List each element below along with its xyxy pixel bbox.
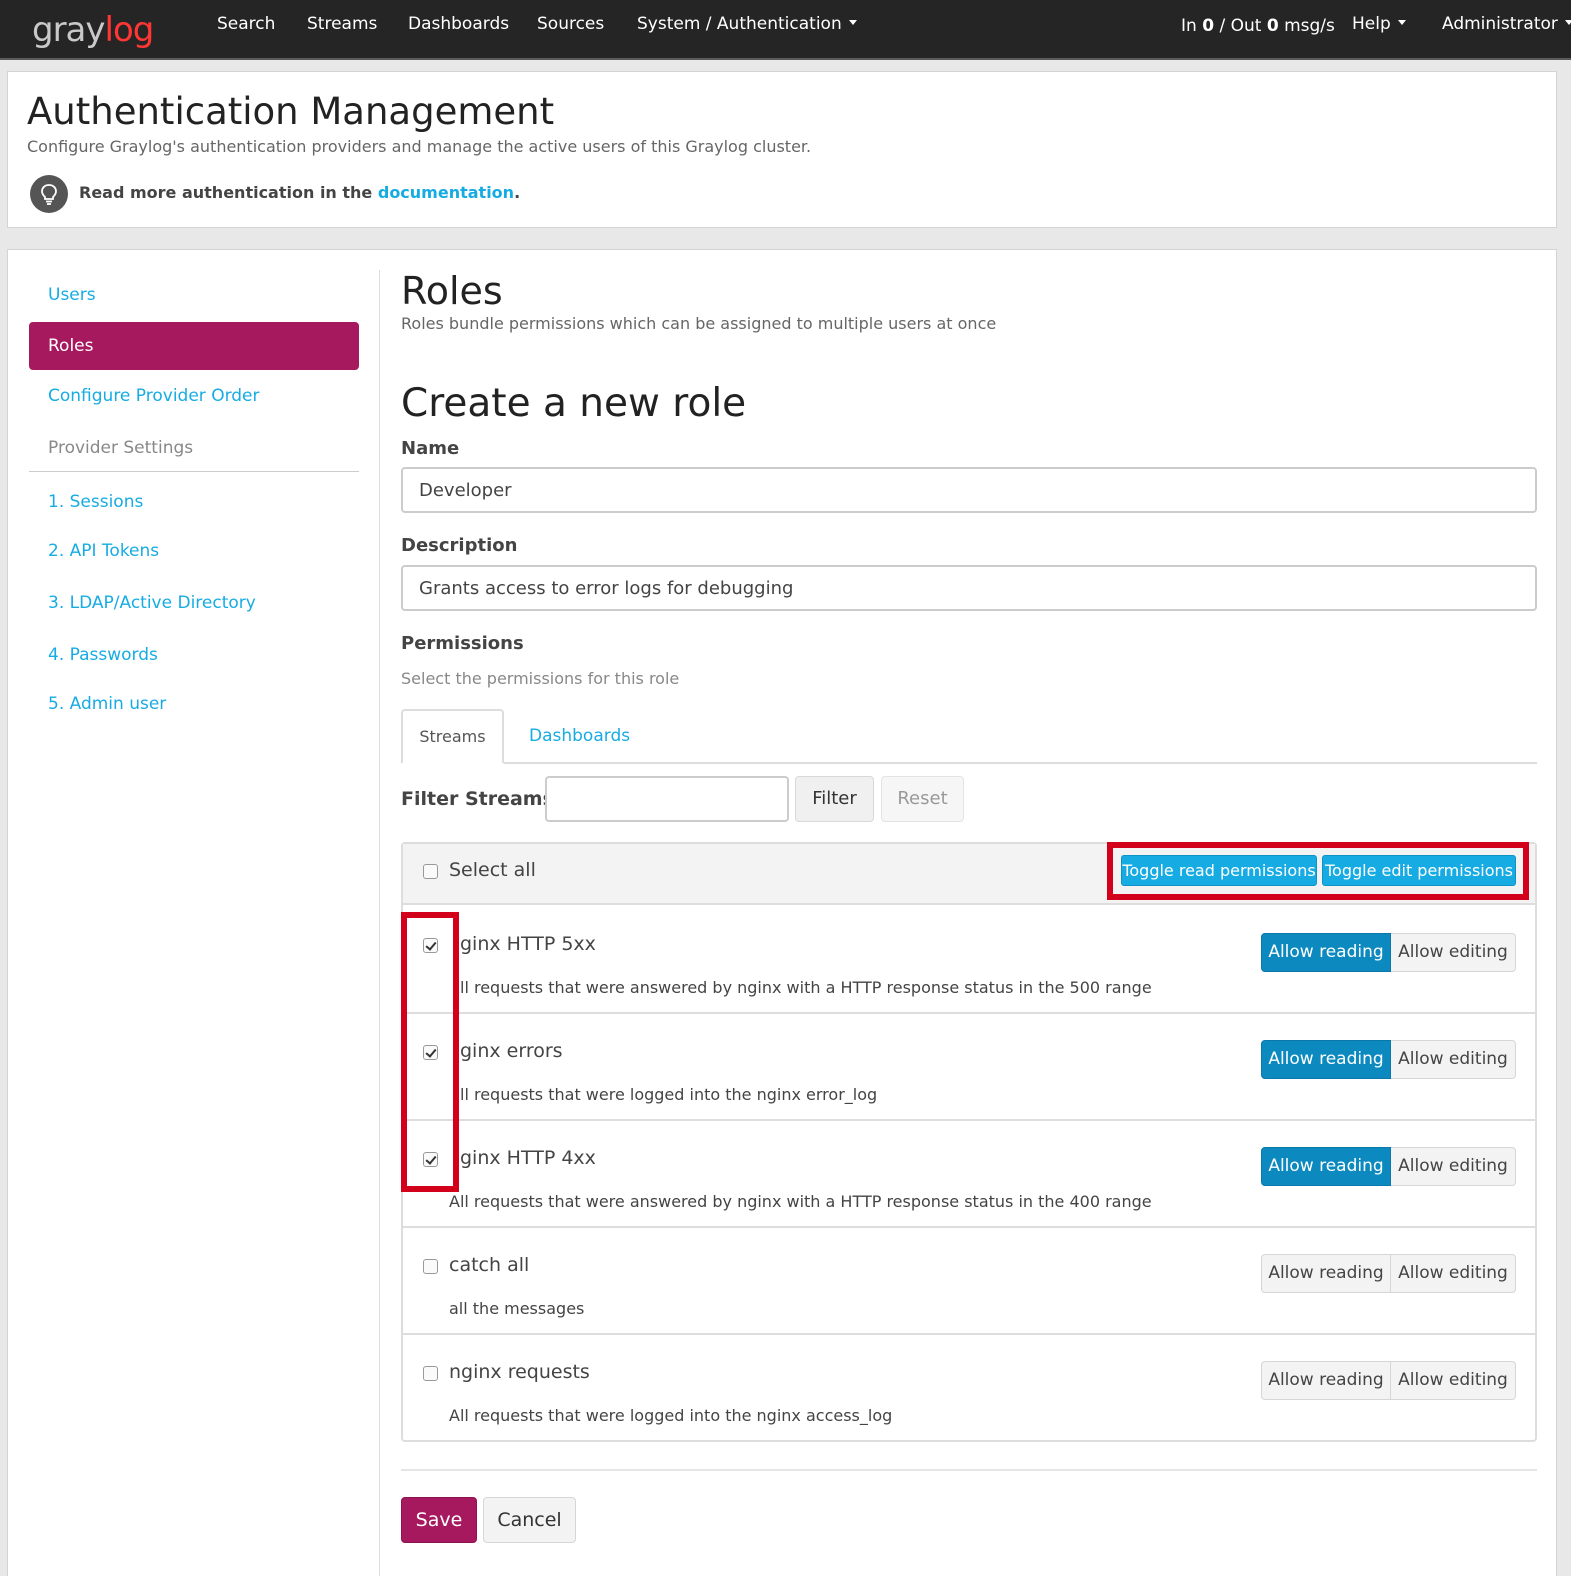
role-description-input[interactable]	[401, 565, 1537, 611]
allow-editing-button[interactable]: Allow editing	[1391, 1040, 1516, 1079]
role-name-input[interactable]	[401, 467, 1537, 513]
description-label: Description	[401, 535, 518, 556]
sidebar-divider	[29, 471, 359, 472]
tab-streams[interactable]: Streams	[401, 709, 504, 764]
stream-permissions-list: Select all Toggle read permissions Toggl…	[401, 842, 1537, 1442]
permissions-label: Permissions	[401, 633, 524, 654]
stream-title: ginx HTTP 5xx	[460, 933, 596, 955]
filter-button[interactable]: Filter	[795, 776, 874, 822]
list-item: catch all all the messages Allow reading…	[403, 1228, 1535, 1335]
name-label: Name	[401, 438, 460, 459]
form-divider	[401, 1469, 1537, 1471]
sidebar-item-api-tokens[interactable]: 2. API Tokens	[48, 541, 159, 561]
toggle-read-permissions-button[interactable]: Toggle read permissions	[1121, 855, 1317, 886]
tab-dashboards[interactable]: Dashboards	[529, 709, 630, 764]
allow-reading-button[interactable]: Allow reading	[1261, 1147, 1391, 1186]
allow-editing-button[interactable]: Allow editing	[1391, 933, 1516, 972]
sidebar-item-roles[interactable]: Roles	[29, 322, 359, 370]
allow-reading-button[interactable]: Allow reading	[1261, 1361, 1391, 1400]
stream-description: All requests that were logged into the n…	[449, 1406, 893, 1425]
nav-system-dropdown[interactable]: System / Authentication	[637, 0, 857, 48]
sidebar-item-ldap[interactable]: 3. LDAP/Active Directory	[48, 593, 256, 613]
roles-subtitle: Roles bundle permissions which can be as…	[401, 314, 997, 333]
select-all-label: Select all	[449, 859, 536, 881]
chevron-down-icon	[1564, 19, 1571, 25]
top-navbar: graylog Search Streams Dashboards Source…	[0, 0, 1571, 60]
allow-editing-button[interactable]: Allow editing	[1391, 1254, 1516, 1293]
sidebar-item-users[interactable]: Users	[48, 285, 96, 305]
save-button[interactable]: Save	[401, 1497, 477, 1543]
roles-title: Roles	[401, 269, 503, 313]
stream-checkbox[interactable]	[423, 1366, 438, 1381]
nav-search[interactable]: Search	[217, 0, 275, 48]
chevron-down-icon	[1397, 19, 1406, 25]
stream-title: nginx requests	[449, 1361, 590, 1383]
sidebar-item-passwords[interactable]: 4. Passwords	[48, 645, 158, 665]
stream-title: catch all	[449, 1254, 530, 1276]
documentation-link[interactable]: documentation	[378, 183, 514, 202]
permissions-subtitle: Select the permissions for this role	[401, 669, 680, 688]
sidebar-item-provider-order[interactable]: Configure Provider Order	[48, 386, 260, 406]
toggle-buttons-highlight: Toggle read permissions Toggle edit perm…	[1107, 842, 1529, 900]
filter-streams-input[interactable]	[545, 776, 789, 822]
sidebar-provider-settings-heading: Provider Settings	[48, 438, 194, 458]
cancel-button[interactable]: Cancel	[483, 1497, 576, 1543]
allow-editing-button[interactable]: Allow editing	[1391, 1361, 1516, 1400]
documentation-tip: Read more authentication in the document…	[79, 183, 521, 202]
list-header: Select all Toggle read permissions Toggl…	[403, 842, 1535, 905]
nav-sources[interactable]: Sources	[537, 0, 604, 48]
allow-reading-button[interactable]: Allow reading	[1261, 933, 1391, 972]
create-role-title: Create a new role	[401, 381, 747, 426]
allow-reading-button[interactable]: Allow reading	[1261, 1254, 1391, 1293]
throughput-indicator: In 0 / Out 0 msg/s	[1181, 16, 1335, 36]
allow-reading-button[interactable]: Allow reading	[1261, 1040, 1391, 1079]
stream-title: ginx HTTP 4xx	[460, 1147, 596, 1169]
filter-streams-label: Filter Streams	[401, 788, 554, 810]
stream-description: All requests that were answered by nginx…	[449, 1192, 1152, 1211]
sidebar-separator	[379, 270, 380, 1576]
page-subtitle: Configure Graylog's authentication provi…	[27, 137, 812, 156]
roles-content: Roles Roles bundle permissions which can…	[401, 250, 1541, 1576]
nav-dashboards[interactable]: Dashboards	[408, 0, 509, 48]
stream-checkbox[interactable]	[423, 1259, 438, 1274]
nav-user-dropdown[interactable]: Administrator	[1442, 0, 1571, 48]
stream-title: ginx errors	[460, 1040, 563, 1062]
reset-button[interactable]: Reset	[881, 776, 964, 822]
checkbox-highlight	[401, 912, 459, 1192]
main-panel: Users Roles Configure Provider Order Pro…	[7, 249, 1557, 1576]
allow-editing-button[interactable]: Allow editing	[1391, 1147, 1516, 1186]
nav-help-dropdown[interactable]: Help	[1352, 0, 1406, 48]
lightbulb-icon	[30, 175, 68, 213]
sidebar-item-admin-user[interactable]: 5. Admin user	[48, 694, 166, 714]
sidebar-item-sessions[interactable]: 1. Sessions	[48, 492, 143, 512]
list-item: ginx errors ll requests that were logged…	[403, 1014, 1535, 1121]
list-item: nginx requests All requests that were lo…	[403, 1335, 1535, 1442]
select-all-checkbox[interactable]	[423, 864, 438, 879]
page-header-panel: Authentication Management Configure Gray…	[7, 71, 1557, 228]
list-item: ginx HTTP 5xx ll requests that were answ…	[403, 907, 1535, 1014]
page-title: Authentication Management	[27, 90, 555, 133]
list-item: ginx HTTP 4xx All requests that were ans…	[403, 1121, 1535, 1228]
graylog-logo[interactable]: graylog	[32, 8, 154, 52]
stream-description: ll requests that were logged into the ng…	[460, 1085, 878, 1104]
nav-streams[interactable]: Streams	[307, 0, 377, 48]
stream-description: all the messages	[449, 1299, 585, 1318]
toggle-edit-permissions-button[interactable]: Toggle edit permissions	[1322, 855, 1516, 886]
stream-description: ll requests that were answered by nginx …	[460, 978, 1152, 997]
chevron-down-icon	[848, 19, 857, 25]
